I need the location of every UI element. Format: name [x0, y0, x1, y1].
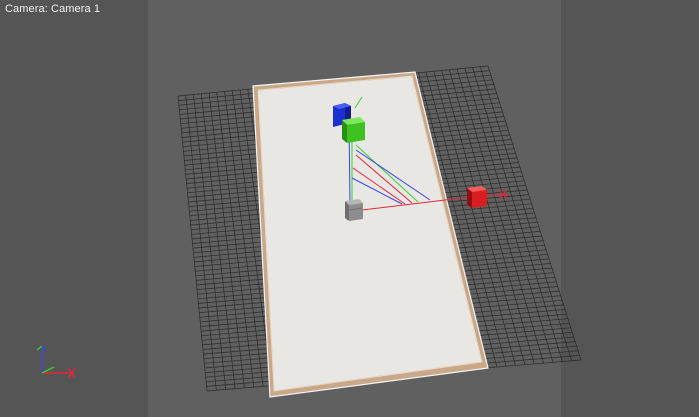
camera-viewport[interactable]: Camera: Camera 1: [0, 0, 699, 417]
floor-plane[interactable]: [252, 71, 489, 398]
green-cube[interactable]: [342, 117, 365, 143]
target-x-marker: [498, 189, 508, 200]
xyz-axis-icon: [36, 345, 76, 379]
viewport-camera-label[interactable]: Camera: Camera 1: [5, 3, 100, 16]
gray-cube[interactable]: [345, 199, 363, 221]
red-cube[interactable]: [467, 186, 487, 208]
scene-canvas[interactable]: [0, 0, 699, 417]
